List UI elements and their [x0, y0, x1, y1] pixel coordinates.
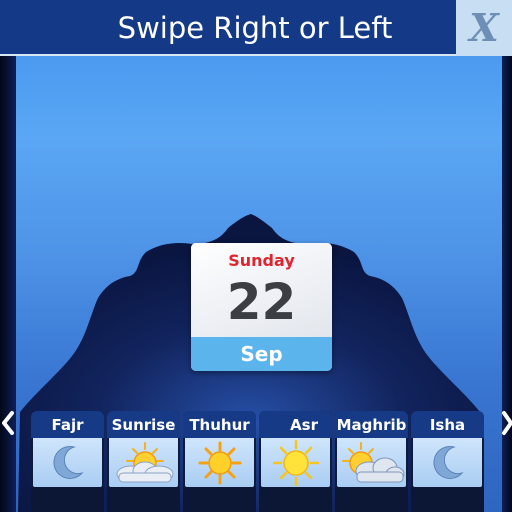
close-icon: X [469, 5, 499, 50]
next-day-button[interactable] [502, 405, 512, 441]
prayer-name: Maghrib [335, 411, 408, 438]
calendar-day-of-week: Sunday [228, 251, 295, 270]
page-title: Swipe Right or Left [117, 11, 393, 45]
prayer-time-slot [411, 487, 484, 512]
previous-day-button[interactable] [0, 405, 16, 441]
prayer-time-slot [335, 487, 408, 512]
chevron-left-icon [2, 411, 14, 435]
prayer-name: Sunrise [107, 411, 180, 438]
prayer-name: Thuhur [183, 411, 256, 438]
prayer-card-maghrib[interactable]: Maghrib [335, 411, 408, 512]
prayer-name: Asr [259, 411, 332, 438]
prayer-time-slot [259, 487, 332, 512]
close-button[interactable]: X [456, 0, 512, 56]
sun-with-clouds-icon [337, 438, 406, 487]
calendar-month: Sep [191, 337, 332, 371]
sun-with-clouds-icon [109, 438, 178, 487]
prayer-time-slot [31, 487, 104, 512]
left-side-panel [0, 56, 16, 512]
prayer-times-strip[interactable]: Fajr Sunrise Thuhur Asr Maghrib Isha [16, 411, 502, 512]
prayer-name: Fajr [31, 411, 104, 438]
chevron-right-icon [502, 411, 512, 435]
sun-icon [185, 438, 254, 487]
crescent-moon-icon [33, 438, 102, 487]
prayer-card-thuhur[interactable]: Thuhur [183, 411, 256, 512]
prayer-card-isha[interactable]: Isha [411, 411, 484, 512]
date-calendar-card: Sunday 22 Sep [191, 243, 332, 371]
prayer-name: Isha [411, 411, 484, 438]
crescent-moon-icon [413, 438, 482, 487]
prayer-time-slot [107, 487, 180, 512]
sun-icon [261, 438, 330, 487]
prayer-card-sunrise[interactable]: Sunrise [107, 411, 180, 512]
right-side-panel [502, 56, 512, 512]
prayer-time-slot [183, 487, 256, 512]
calendar-day-number: 22 [226, 273, 297, 331]
prayer-card-fajr[interactable]: Fajr [31, 411, 104, 512]
header-bar: Swipe Right or Left X [0, 0, 512, 56]
prayer-card-asr[interactable]: Asr [259, 411, 332, 512]
